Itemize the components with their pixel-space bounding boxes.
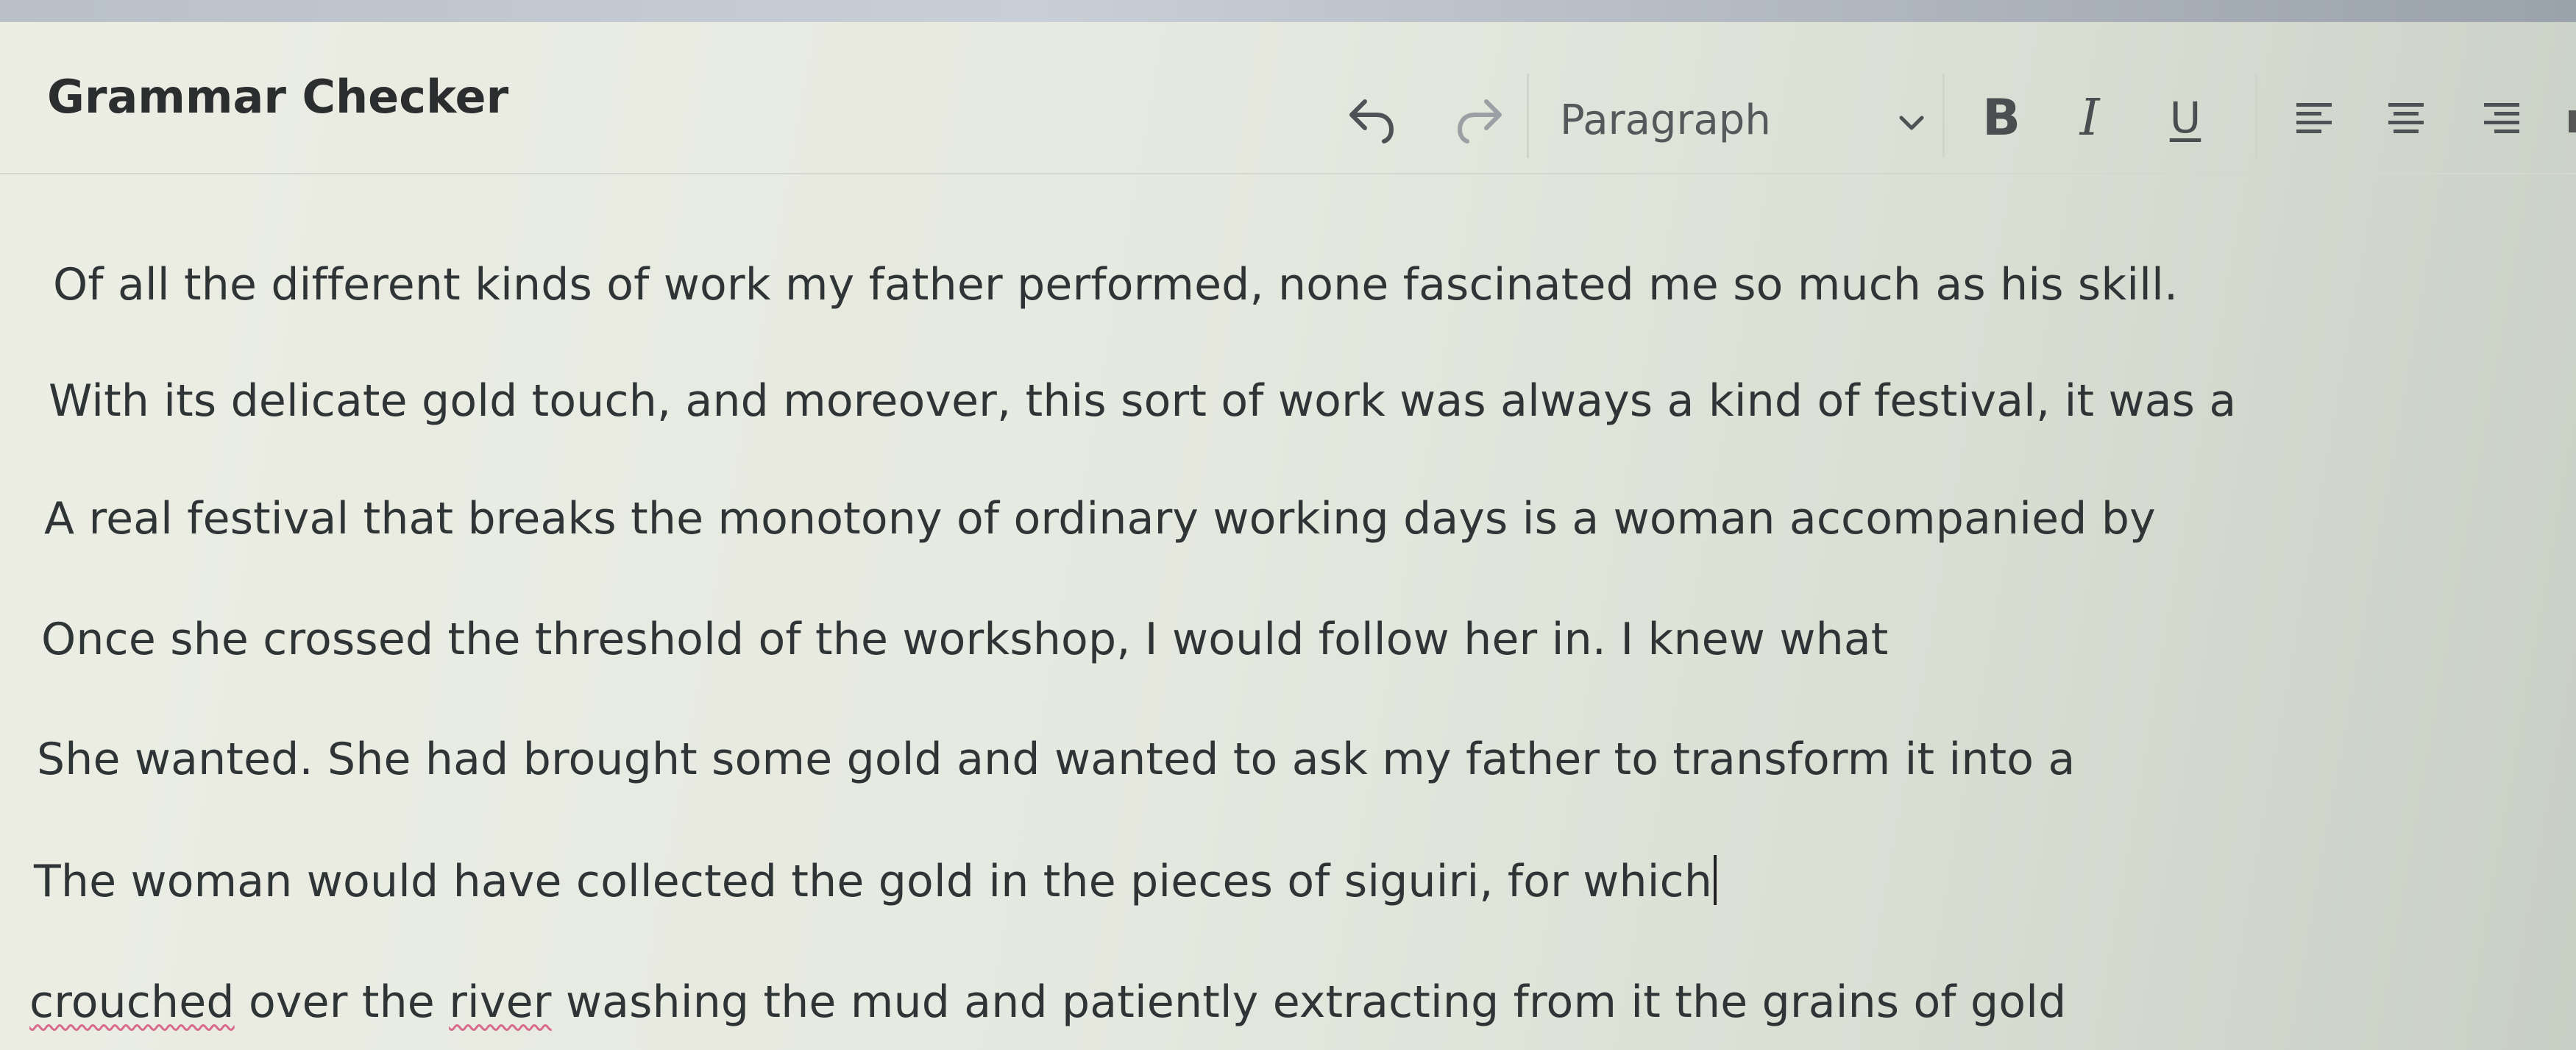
editor-line-text: The woman would have collected the gold … xyxy=(34,856,1713,907)
redo-button[interactable] xyxy=(1438,77,1519,158)
align-center-icon xyxy=(2388,103,2424,133)
undo-button[interactable] xyxy=(1332,77,1413,158)
app-title: Grammar Checker xyxy=(47,70,509,124)
align-left-icon xyxy=(2296,103,2332,133)
editor-line-with-caret: The woman would have collected the gold … xyxy=(34,855,1717,907)
redo-icon xyxy=(1457,99,1502,143)
line-text-after: washing the mud and patiently extracting… xyxy=(551,976,2067,1028)
screen: Grammar Checker Paragraph B I U Of all t… xyxy=(0,0,2576,1050)
text-caret xyxy=(1714,855,1717,905)
toolbar-divider xyxy=(2255,74,2257,158)
editor-line: A real festival that breaks the monotony… xyxy=(44,493,2156,544)
underline-button-label: U xyxy=(2169,93,2201,143)
block-format-label: Paragraph xyxy=(1560,96,1771,144)
text-editor-area[interactable]: Of all the different kinds of work my fa… xyxy=(0,174,2576,1050)
editor-line: She wanted. She had brought some gold an… xyxy=(37,734,2076,785)
bold-button[interactable]: B xyxy=(1972,85,2031,151)
block-format-select[interactable]: Paragraph xyxy=(1560,87,1928,153)
spelling-error-word[interactable]: crouched xyxy=(29,976,235,1028)
toolbar-divider xyxy=(1527,74,1529,158)
editor-line: With its delicate gold touch, and moreov… xyxy=(49,375,2237,427)
toolbar-overflow-indicator xyxy=(2569,110,2576,132)
italic-button[interactable]: I xyxy=(2060,85,2119,151)
editor-toolbar: Grammar Checker Paragraph B I U xyxy=(0,22,2576,174)
align-left-button[interactable] xyxy=(2281,85,2347,151)
chevron-down-icon xyxy=(1895,106,1928,141)
underline-button[interactable]: U xyxy=(2156,85,2215,151)
editor-line: Of all the different kinds of work my fa… xyxy=(53,259,2179,311)
editor-line: Once she crossed the threshold of the wo… xyxy=(41,614,1889,665)
align-right-button[interactable] xyxy=(2469,85,2535,151)
spelling-error-word[interactable]: river xyxy=(449,976,551,1028)
editor-line: crouched over the river washing the mud … xyxy=(29,976,2066,1028)
window-top-edge xyxy=(0,0,2576,22)
undo-icon xyxy=(1349,99,1394,143)
toolbar-divider xyxy=(1942,74,1945,158)
align-right-icon xyxy=(2484,103,2519,133)
align-center-button[interactable] xyxy=(2373,85,2439,151)
line-text-middle: over the xyxy=(234,976,450,1028)
